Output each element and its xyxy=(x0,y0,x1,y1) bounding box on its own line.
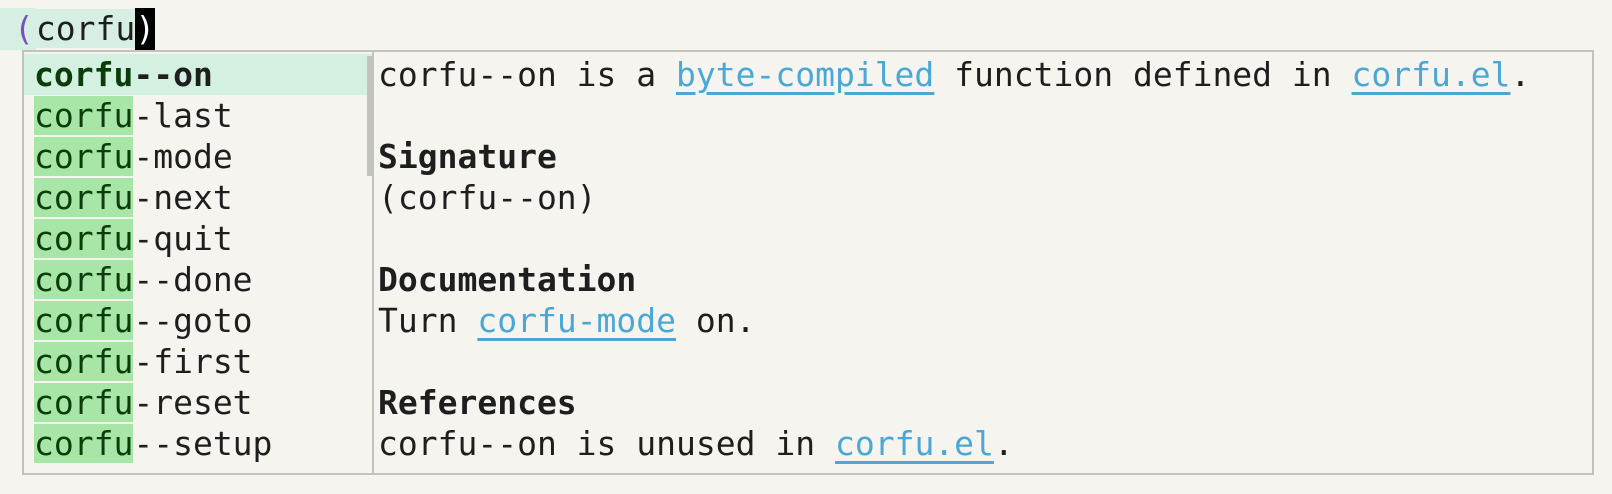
typed-text[interactable]: corfu xyxy=(35,9,136,48)
signature-text: (corfu--on) xyxy=(378,178,597,217)
doc-summary-text: function defined in xyxy=(934,55,1352,94)
candidate-match: corfu xyxy=(34,260,134,299)
candidate-suffix: -quit xyxy=(133,219,233,258)
references-heading: References xyxy=(378,383,577,422)
candidate-item[interactable]: corfu-reset xyxy=(24,382,372,423)
candidate-suffix: -last xyxy=(133,96,233,135)
candidate-suffix: --goto xyxy=(133,301,253,340)
candidate-item[interactable]: corfu--done xyxy=(24,259,372,300)
signature-heading: Signature xyxy=(378,137,557,176)
candidate-suffix: -mode xyxy=(133,137,233,176)
references-text-part: corfu--on is unused in xyxy=(378,424,835,463)
candidate-item[interactable]: corfu-first xyxy=(24,341,372,382)
editor-line[interactable]: (corfu) xyxy=(0,8,156,50)
candidate-match: corfu xyxy=(34,301,134,340)
candidate-item[interactable]: corfu-last xyxy=(24,95,372,136)
candidate-item[interactable]: corfu--setup xyxy=(24,423,372,464)
text-cursor: ) xyxy=(135,8,156,50)
candidate-item[interactable]: corfu-next xyxy=(24,177,372,218)
documentation-text-part: Turn xyxy=(378,301,478,340)
candidate-suffix: --done xyxy=(133,260,253,299)
candidate-match: corfu xyxy=(34,55,134,94)
documentation-text-part: on. xyxy=(676,301,756,340)
candidate-match: corfu xyxy=(34,342,134,381)
candidate-match: corfu xyxy=(34,137,134,176)
completion-popup: corfu--on corfu-last corfu-mode corfu-ne… xyxy=(22,50,1594,475)
candidate-match: corfu xyxy=(34,424,134,463)
candidate-match: corfu xyxy=(34,96,134,135)
references-text: corfu--on is unused in corfu.el. xyxy=(378,423,1592,464)
candidate-item[interactable]: corfu-quit xyxy=(24,218,372,259)
candidate-suffix: -next xyxy=(133,178,233,217)
candidate-match: corfu xyxy=(34,219,134,258)
candidate-suffix: --on xyxy=(133,55,213,94)
reference-file-link[interactable]: corfu.el xyxy=(835,424,994,463)
candidate-item[interactable]: corfu-mode xyxy=(24,136,372,177)
candidate-list: corfu--on corfu-last corfu-mode corfu-ne… xyxy=(24,52,374,473)
candidate-item[interactable]: corfu--goto xyxy=(24,300,372,341)
candidate-suffix: --setup xyxy=(133,424,273,463)
doc-summary-line: corfu--on is a byte-compiled function de… xyxy=(378,54,1592,95)
source-file-link[interactable]: corfu.el xyxy=(1352,55,1511,94)
candidate-match: corfu xyxy=(34,383,134,422)
candidate-item[interactable]: corfu--on xyxy=(24,54,372,95)
documentation-heading: Documentation xyxy=(378,260,637,299)
candidate-suffix: -first xyxy=(133,342,253,381)
byte-compiled-link[interactable]: byte-compiled xyxy=(676,55,934,94)
open-paren: ( xyxy=(0,8,36,50)
candidate-match: corfu xyxy=(34,178,134,217)
documentation-panel: corfu--on is a byte-compiled function de… xyxy=(374,52,1592,473)
references-text-part: . xyxy=(993,424,1014,463)
candidate-scrollbar[interactable] xyxy=(367,56,372,176)
candidate-suffix: -reset xyxy=(133,383,253,422)
documentation-text: Turn corfu-mode on. xyxy=(378,300,1592,341)
doc-summary-text: . xyxy=(1510,55,1531,94)
corfu-mode-link[interactable]: corfu-mode xyxy=(477,301,676,340)
doc-summary-text: corfu--on is a xyxy=(378,55,677,94)
